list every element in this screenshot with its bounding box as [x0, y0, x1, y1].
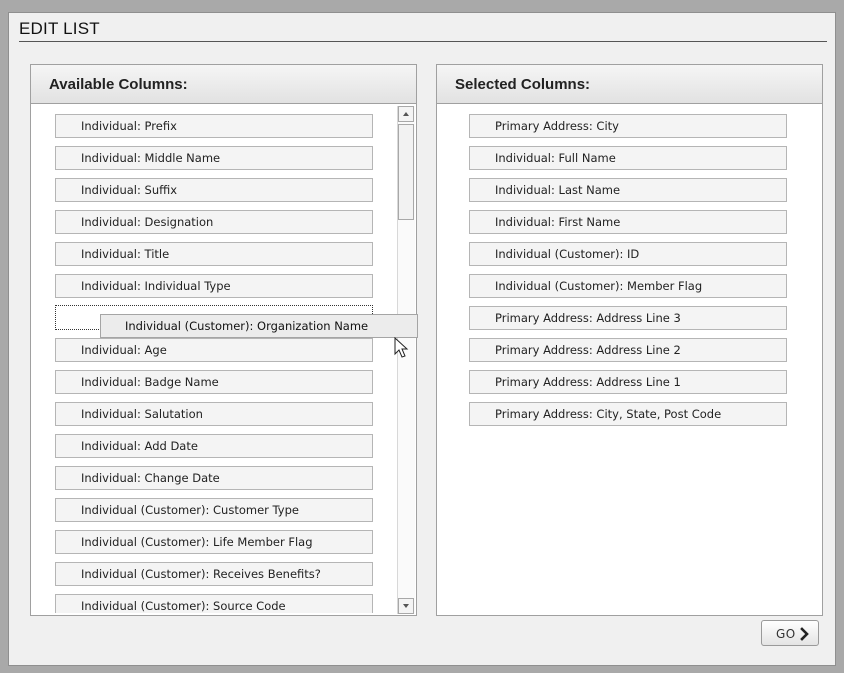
available-column-item[interactable]: Individual: Prefix	[55, 114, 373, 138]
available-columns-scrollbar[interactable]	[397, 106, 415, 614]
available-column-item[interactable]: Individual: Add Date	[55, 434, 373, 458]
selected-column-item[interactable]: Individual: First Name	[469, 210, 787, 234]
selected-column-item[interactable]: Primary Address: Address Line 2	[469, 338, 787, 362]
selected-column-item[interactable]: Individual: Last Name	[469, 178, 787, 202]
available-column-item[interactable]: Individual: Individual Type	[55, 274, 373, 298]
available-column-item[interactable]: Individual: Middle Name	[55, 146, 373, 170]
selected-column-item[interactable]: Primary Address: Address Line 3	[469, 306, 787, 330]
go-button[interactable]: GO	[761, 620, 819, 646]
selected-columns-header: Selected Columns:	[437, 65, 822, 104]
title-divider	[19, 41, 827, 42]
available-column-item[interactable]: Individual: Suffix	[55, 178, 373, 202]
available-column-item[interactable]: Individual (Customer): Customer Type	[55, 498, 373, 522]
page-title: EDIT LIST	[19, 19, 100, 38]
available-column-item[interactable]: Individual: Title	[55, 242, 373, 266]
selected-columns-title: Selected Columns:	[455, 76, 591, 93]
available-column-item[interactable]: Individual: Badge Name	[55, 370, 373, 394]
available-column-item[interactable]: Individual (Customer): Receives Benefits…	[55, 562, 373, 586]
selected-column-item[interactable]: Individual (Customer): Member Flag	[469, 274, 787, 298]
scroll-down-button[interactable]	[398, 598, 414, 614]
mouse-pointer-icon	[394, 337, 409, 358]
selected-column-item[interactable]: Primary Address: Address Line 1	[469, 370, 787, 394]
available-columns-header: Available Columns:	[31, 65, 416, 104]
available-column-item[interactable]: Individual (Customer): Life Member Flag	[55, 530, 373, 554]
triangle-down-icon	[403, 604, 409, 608]
available-column-item[interactable]: Individual: Salutation	[55, 402, 373, 426]
selected-column-item[interactable]: Primary Address: City, State, Post Code	[469, 402, 787, 426]
selected-column-item[interactable]: Primary Address: City	[469, 114, 787, 138]
available-column-item[interactable]: Individual (Customer): Source Code	[55, 594, 373, 613]
available-column-item[interactable]: Individual: Age	[55, 338, 373, 362]
scroll-up-button[interactable]	[398, 106, 414, 122]
available-column-item[interactable]: Individual: Change Date	[55, 466, 373, 490]
available-column-item[interactable]: Individual: Designation	[55, 210, 373, 234]
triangle-up-icon	[403, 112, 409, 116]
available-columns-title: Available Columns:	[49, 76, 188, 93]
selected-column-item[interactable]: Individual (Customer): ID	[469, 242, 787, 266]
go-button-label: GO	[776, 627, 796, 641]
chevron-right-icon	[800, 627, 809, 641]
selected-column-item[interactable]: Individual: Full Name	[469, 146, 787, 170]
dragging-column-item[interactable]: Individual (Customer): Organization Name	[100, 314, 418, 338]
scrollbar-thumb[interactable]	[398, 124, 414, 220]
